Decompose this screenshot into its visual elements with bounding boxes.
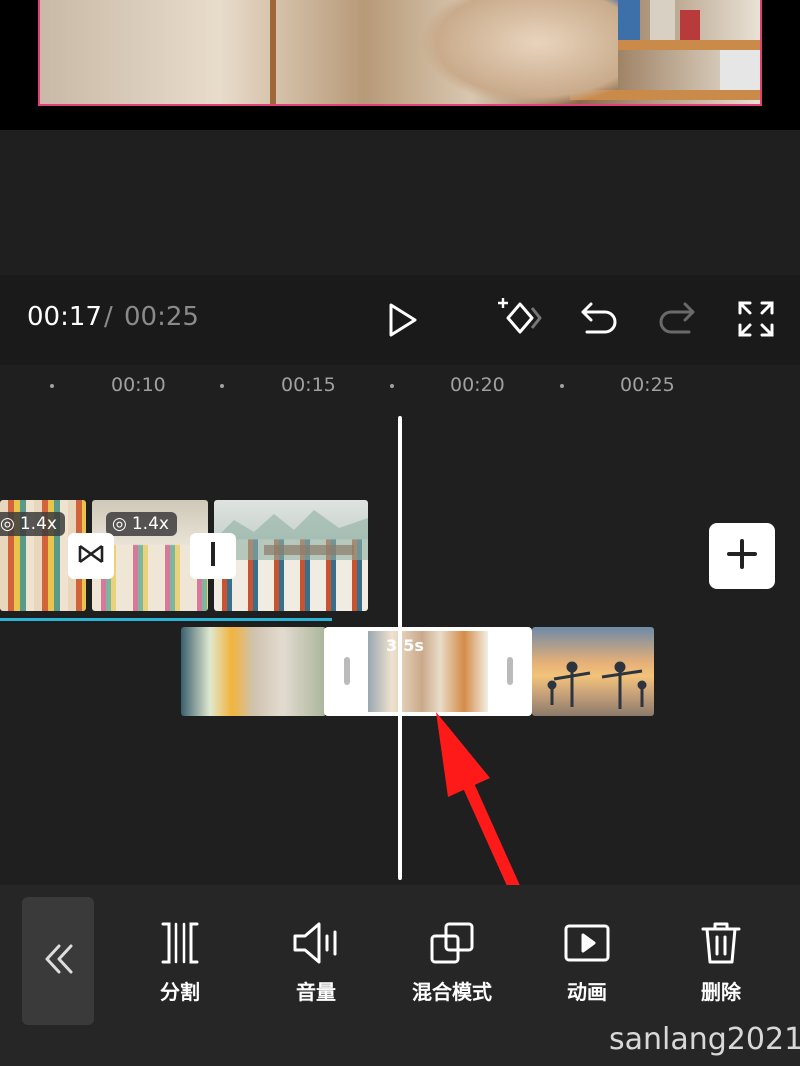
tool-animation-label: 动画 (567, 980, 607, 1004)
tool-split[interactable]: 分割 (120, 920, 240, 1005)
clip-duration: 3.5s (386, 636, 424, 655)
tool-blend-mode-label: 混合模式 (412, 980, 492, 1004)
current-time: 00:17 (27, 302, 102, 332)
ruler-label: 00:25 (620, 374, 675, 396)
trim-handle-left[interactable] (344, 657, 350, 685)
play-icon[interactable] (382, 300, 422, 340)
speed-icon: ◎ (0, 514, 15, 534)
transition-button[interactable] (190, 533, 236, 579)
tool-blend-mode[interactable]: 混合模式 (392, 920, 512, 1005)
tool-volume[interactable]: 音量 (256, 920, 376, 1005)
split-icon (161, 922, 199, 964)
delete-icon (701, 922, 741, 964)
speed-value: 1.4x (19, 514, 57, 534)
ruler-label: 00:15 (281, 374, 336, 396)
plus-icon (727, 539, 757, 573)
ruler-label: 00:10 (111, 374, 166, 396)
fullscreen-icon[interactable] (735, 298, 777, 340)
ruler-label: 00:20 (450, 374, 505, 396)
speed-badge: ◎ 1.4x (0, 512, 65, 536)
preview-gap (0, 130, 800, 275)
watermark: sanlang2021 (609, 1022, 800, 1057)
ruler-dot (50, 384, 54, 388)
transition-button[interactable] (68, 533, 114, 579)
speed-value: 1.4x (131, 514, 169, 534)
speed-icon: ◎ (112, 514, 127, 534)
transition-icon (209, 541, 217, 571)
overlay-clip-1[interactable] (181, 627, 326, 716)
volume-icon (293, 922, 337, 964)
video-preview (0, 0, 800, 130)
preview-frame (38, 0, 762, 106)
total-time: 00:25 (124, 302, 199, 332)
ruler-dot (560, 384, 564, 388)
keyframe-add-icon[interactable] (498, 296, 544, 340)
undo-icon[interactable] (578, 298, 620, 338)
blend-mode-icon (430, 922, 474, 964)
playhead[interactable] (398, 416, 402, 880)
transition-icon (77, 543, 105, 569)
main-clip-3[interactable] (214, 500, 368, 611)
time-separator: / (104, 302, 113, 332)
redo-icon[interactable] (656, 298, 698, 338)
double-chevron-left-icon (41, 942, 75, 980)
trim-handle-right[interactable] (507, 657, 513, 685)
add-clip-button[interactable] (709, 523, 775, 589)
tool-split-label: 分割 (160, 980, 200, 1004)
track-underline (0, 618, 332, 621)
speed-badge: ◎ 1.4x (106, 512, 177, 536)
tool-volume-label: 音量 (296, 980, 336, 1004)
tool-delete[interactable]: 删除 (661, 920, 781, 1005)
animation-icon (564, 924, 610, 962)
tool-delete-label: 删除 (701, 980, 741, 1004)
overlay-clip-3[interactable] (532, 627, 654, 716)
ruler-dot (390, 384, 394, 388)
tool-animation[interactable]: 动画 (527, 920, 647, 1005)
collapse-button[interactable] (22, 897, 94, 1025)
ruler-dot (220, 384, 224, 388)
selected-overlay-clip[interactable] (324, 627, 532, 716)
